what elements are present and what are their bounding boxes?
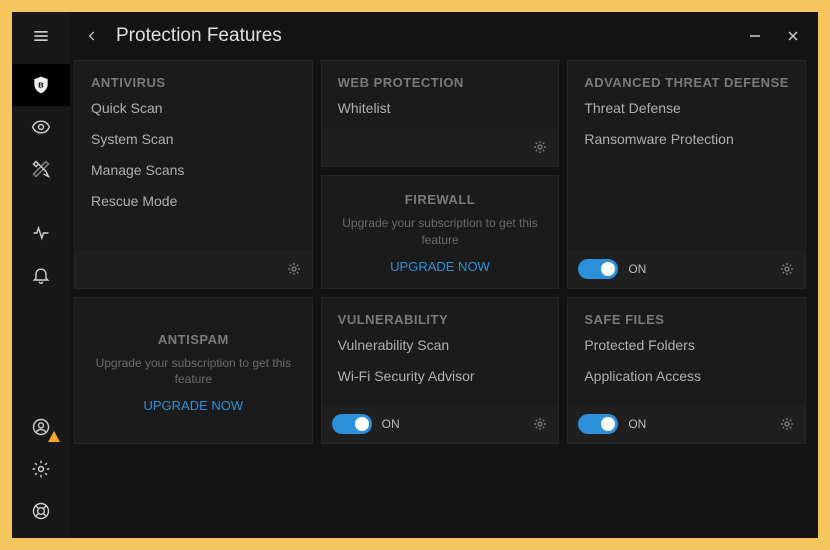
card-title: SAFE FILES <box>568 298 805 337</box>
sidebar: B <box>12 12 70 538</box>
card-firewall: FIREWALL Upgrade your subscription to ge… <box>321 175 560 289</box>
vuln-toggle[interactable] <box>332 414 372 434</box>
sidebar-item-settings[interactable] <box>12 448 70 490</box>
sidebar-item-support[interactable] <box>12 490 70 532</box>
card-web-protection: WEB PROTECTION Whitelist <box>321 60 560 167</box>
feature-grid: ANTIVIRUS Quick Scan System Scan Manage … <box>70 60 818 538</box>
web-whitelist[interactable]: Whitelist <box>338 100 543 116</box>
antivirus-system-scan[interactable]: System Scan <box>91 131 296 147</box>
card-title: ANTISPAM <box>158 332 229 347</box>
vuln-wifi-advisor[interactable]: Wi-Fi Security Advisor <box>338 368 543 384</box>
back-button[interactable] <box>76 20 108 52</box>
card-title: WEB PROTECTION <box>322 61 559 100</box>
atd-ransomware-protection[interactable]: Ransomware Protection <box>584 131 789 147</box>
sidebar-item-activity[interactable] <box>12 212 70 254</box>
card-title: FIREWALL <box>405 192 475 207</box>
sidebar-item-notifications[interactable] <box>12 254 70 296</box>
sidebar-item-account[interactable] <box>12 406 70 448</box>
card-title: ADVANCED THREAT DEFENSE <box>568 61 805 100</box>
antivirus-manage-scans[interactable]: Manage Scans <box>91 162 296 178</box>
svg-text:B: B <box>38 81 44 90</box>
web-settings-button[interactable] <box>532 139 548 155</box>
app-window: B Protection <box>12 12 818 538</box>
safe-application-access[interactable]: Application Access <box>584 368 789 384</box>
warning-badge-icon <box>48 431 60 442</box>
card-vulnerability: VULNERABILITY Vulnerability Scan Wi-Fi S… <box>321 297 560 445</box>
menu-button[interactable] <box>12 16 70 56</box>
card-antispam: ANTISPAM Upgrade your subscription to ge… <box>74 297 313 445</box>
safe-protected-folders[interactable]: Protected Folders <box>584 337 789 353</box>
minimize-button[interactable] <box>736 20 774 52</box>
toggle-label: ON <box>628 262 646 276</box>
card-title: VULNERABILITY <box>322 298 559 337</box>
close-button[interactable] <box>774 20 812 52</box>
vuln-scan[interactable]: Vulnerability Scan <box>338 337 543 353</box>
toggle-label: ON <box>382 417 400 431</box>
card-safe-files: SAFE FILES Protected Folders Application… <box>567 297 806 445</box>
antivirus-settings-button[interactable] <box>286 261 302 277</box>
card-title: ANTIVIRUS <box>75 61 312 100</box>
sidebar-item-privacy[interactable] <box>12 106 70 148</box>
atd-settings-button[interactable] <box>779 261 795 277</box>
upgrade-subtitle: Upgrade your subscription to get this fe… <box>340 215 541 249</box>
antivirus-quick-scan[interactable]: Quick Scan <box>91 100 296 116</box>
vuln-settings-button[interactable] <box>532 416 548 432</box>
antispam-upgrade-link[interactable]: UPGRADE NOW <box>143 398 243 413</box>
sidebar-item-tools[interactable] <box>12 148 70 190</box>
main-area: Protection Features ANTIVIRUS Quick Scan… <box>70 12 818 538</box>
upgrade-subtitle: Upgrade your subscription to get this fe… <box>93 355 294 389</box>
titlebar: Protection Features <box>70 12 818 60</box>
safe-settings-button[interactable] <box>779 416 795 432</box>
toggle-label: ON <box>628 417 646 431</box>
firewall-upgrade-link[interactable]: UPGRADE NOW <box>390 259 490 274</box>
sidebar-item-protection[interactable]: B <box>12 64 70 106</box>
atd-threat-defense[interactable]: Threat Defense <box>584 100 789 116</box>
card-antivirus: ANTIVIRUS Quick Scan System Scan Manage … <box>74 60 313 289</box>
page-title: Protection Features <box>116 25 282 47</box>
card-advanced-threat-defense: ADVANCED THREAT DEFENSE Threat Defense R… <box>567 60 806 289</box>
safe-toggle[interactable] <box>578 414 618 434</box>
atd-toggle[interactable] <box>578 259 618 279</box>
antivirus-rescue-mode[interactable]: Rescue Mode <box>91 193 296 209</box>
